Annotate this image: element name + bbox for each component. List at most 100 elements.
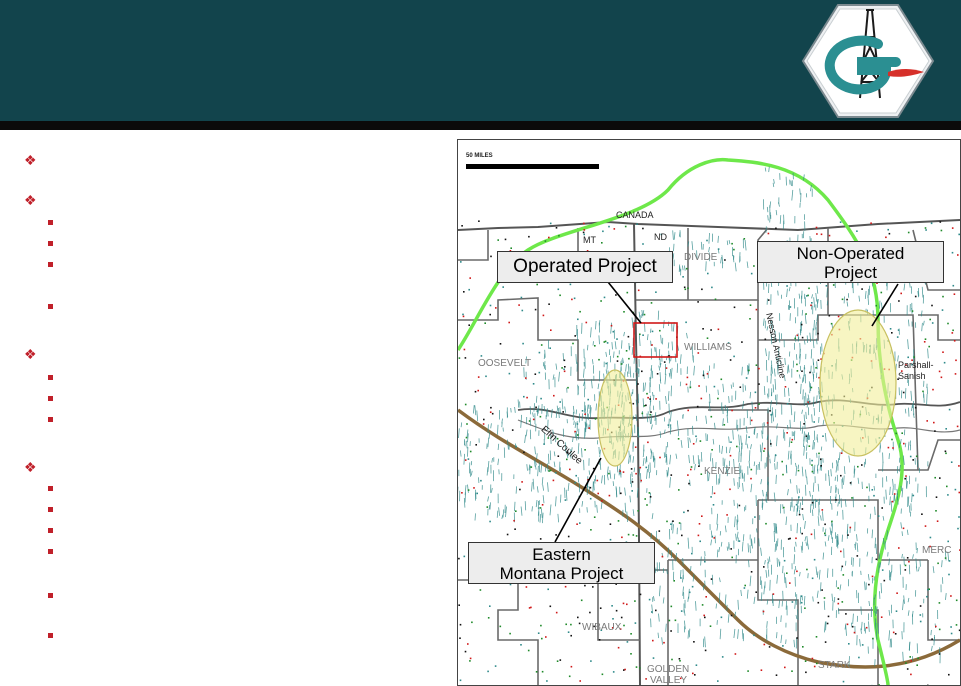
well-lateral bbox=[804, 536, 807, 542]
non-operated-text-line1: Non-Operated bbox=[796, 244, 905, 263]
well-lateral bbox=[515, 486, 517, 494]
well-lateral bbox=[668, 418, 670, 429]
well-dot bbox=[464, 459, 467, 461]
well-dot bbox=[549, 222, 552, 225]
well-lateral bbox=[673, 243, 675, 252]
well-lateral bbox=[611, 342, 613, 350]
well-dot bbox=[624, 668, 626, 671]
well-dot bbox=[905, 662, 907, 664]
well-lateral bbox=[867, 288, 869, 299]
well-dot bbox=[871, 575, 874, 578]
well-dot bbox=[710, 578, 713, 580]
well-lateral bbox=[555, 363, 558, 370]
well-lateral bbox=[765, 348, 767, 357]
well-dot bbox=[713, 537, 716, 539]
well-lateral bbox=[593, 479, 596, 484]
eastern-montana-highlight bbox=[597, 369, 633, 467]
well-lateral bbox=[735, 533, 737, 541]
well-dot bbox=[706, 373, 709, 375]
well-dot bbox=[770, 443, 772, 445]
well-dot bbox=[637, 383, 639, 385]
well-lateral bbox=[750, 483, 753, 493]
well-lateral bbox=[650, 414, 653, 424]
well-lateral bbox=[692, 425, 694, 435]
well-dot bbox=[564, 366, 566, 368]
well-lateral bbox=[909, 282, 911, 288]
well-dot bbox=[683, 286, 686, 289]
well-lateral bbox=[908, 319, 910, 327]
well-dot bbox=[845, 613, 847, 615]
well-lateral bbox=[828, 475, 830, 486]
well-dot bbox=[758, 367, 760, 370]
well-lateral bbox=[642, 398, 644, 408]
well-lateral bbox=[927, 348, 929, 359]
well-dot bbox=[562, 411, 564, 413]
well-dot bbox=[900, 292, 902, 295]
well-lateral bbox=[583, 368, 585, 378]
well-lateral bbox=[740, 589, 742, 597]
well-dot bbox=[527, 649, 530, 652]
well-dot bbox=[630, 653, 632, 655]
well-lateral bbox=[464, 485, 467, 496]
well-lateral bbox=[545, 466, 547, 472]
well-dot bbox=[616, 360, 619, 362]
well-lateral bbox=[852, 613, 854, 625]
well-lateral bbox=[654, 412, 657, 421]
well-dot bbox=[466, 423, 468, 425]
well-lateral bbox=[801, 466, 804, 477]
well-lateral bbox=[766, 206, 769, 213]
well-dot bbox=[951, 332, 954, 334]
well-lateral bbox=[813, 464, 816, 475]
well-dot bbox=[540, 624, 542, 627]
well-dot bbox=[693, 641, 695, 643]
well-dot bbox=[754, 391, 757, 394]
well-lateral bbox=[733, 478, 735, 486]
well-lateral bbox=[776, 632, 778, 639]
well-lateral bbox=[900, 438, 902, 444]
well-dot bbox=[958, 516, 960, 518]
well-lateral bbox=[794, 546, 796, 553]
well-lateral bbox=[631, 346, 634, 355]
well-dot bbox=[872, 637, 874, 640]
well-dot bbox=[842, 574, 845, 576]
label-parshall: Parshall- bbox=[898, 360, 934, 370]
square-bullet-icon bbox=[48, 528, 53, 533]
well-dot bbox=[574, 335, 576, 337]
well-dot bbox=[691, 585, 694, 588]
well-dot bbox=[616, 355, 619, 358]
well-dot bbox=[954, 488, 957, 491]
well-dot bbox=[887, 228, 889, 231]
well-lateral bbox=[531, 482, 533, 492]
well-lateral bbox=[889, 486, 891, 496]
well-lateral bbox=[667, 342, 670, 349]
well-dot bbox=[486, 506, 489, 508]
well-lateral bbox=[501, 514, 504, 519]
well-dot bbox=[668, 619, 671, 622]
well-dot bbox=[630, 633, 632, 635]
well-dot bbox=[543, 443, 545, 445]
well-dot bbox=[632, 402, 635, 405]
well-dot bbox=[815, 500, 818, 502]
well-dot bbox=[650, 411, 652, 413]
well-dot bbox=[957, 527, 959, 530]
well-dot bbox=[463, 348, 466, 351]
well-dot bbox=[898, 547, 900, 549]
well-lateral bbox=[772, 411, 774, 422]
well-dot bbox=[534, 308, 537, 311]
well-dot bbox=[934, 476, 936, 479]
well-lateral bbox=[906, 481, 908, 489]
well-dot bbox=[494, 665, 497, 667]
well-dot bbox=[519, 488, 521, 491]
well-dot bbox=[750, 272, 753, 275]
well-dot bbox=[659, 456, 661, 459]
well-lateral bbox=[700, 241, 703, 250]
well-dot bbox=[497, 239, 499, 241]
well-dot bbox=[593, 516, 596, 518]
well-dot bbox=[789, 537, 791, 540]
well-dot bbox=[468, 324, 470, 326]
well-lateral bbox=[826, 300, 829, 306]
square-bullet-icon bbox=[48, 417, 53, 422]
well-lateral bbox=[536, 453, 538, 460]
well-lateral bbox=[840, 567, 843, 572]
well-dot bbox=[601, 673, 604, 676]
